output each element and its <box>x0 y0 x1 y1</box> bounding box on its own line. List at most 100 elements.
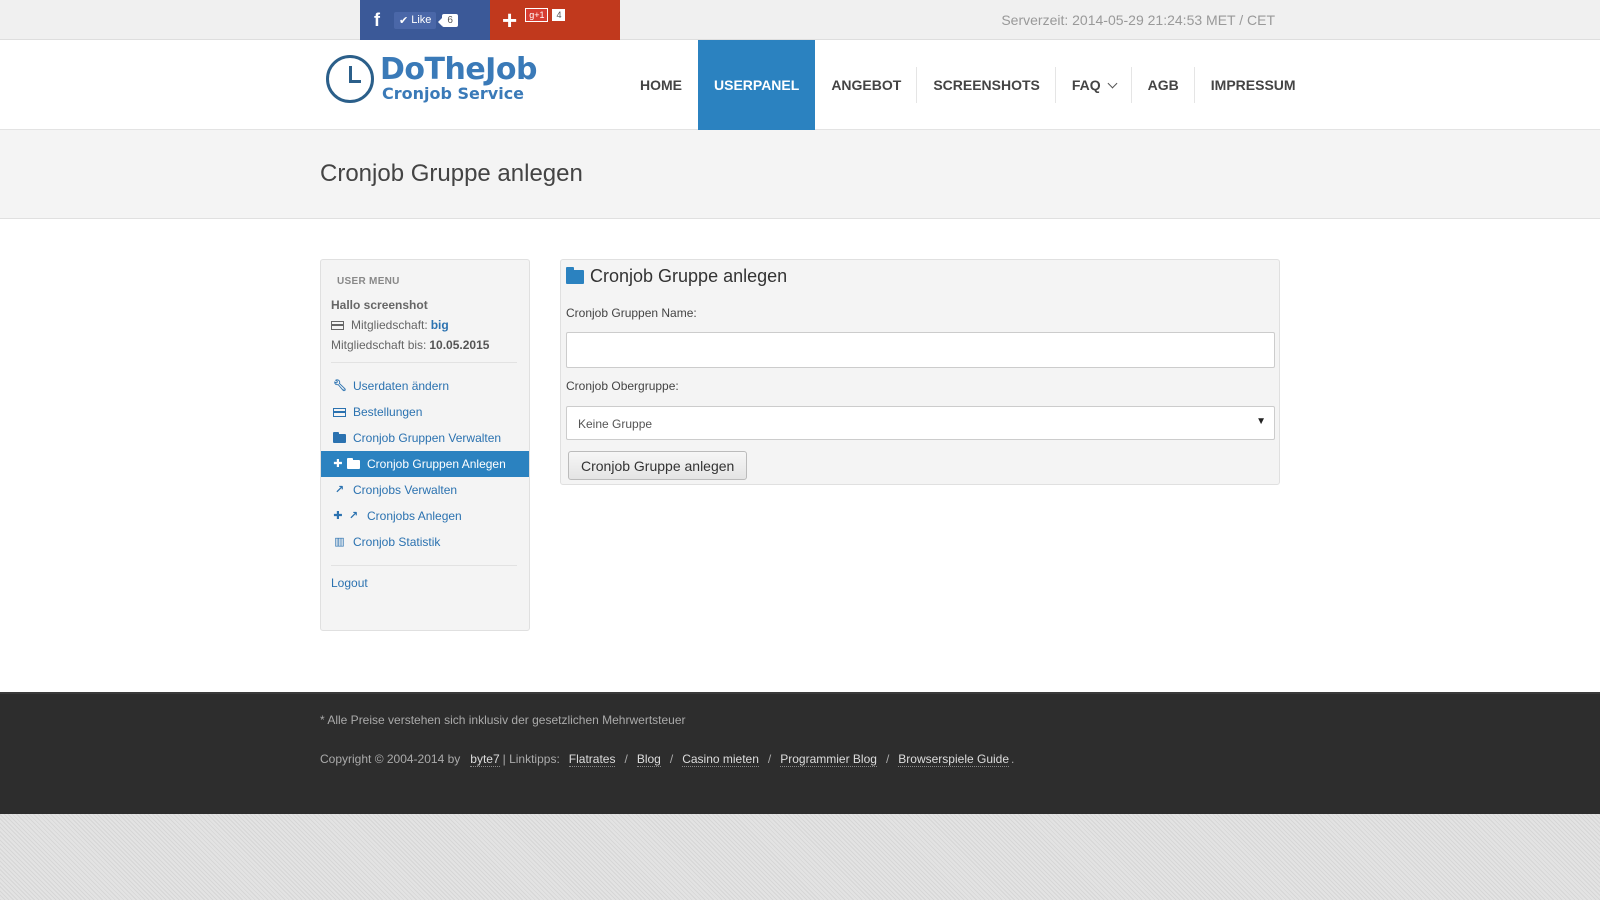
create-group-panel: Cronjob Gruppe anlegen Cronjob Gruppen N… <box>560 259 1280 485</box>
main-content: USER MENU Hallo screenshot Mitgliedschaf… <box>0 219 1600 692</box>
sidebar-item-label: Cronjob Gruppen Verwalten <box>353 431 502 445</box>
nav-agb-label: AGB <box>1147 77 1179 93</box>
folder-icon <box>347 457 360 469</box>
separator: / <box>885 752 890 766</box>
plus-icon: ✚ <box>333 458 343 470</box>
external-link-icon: ↗ <box>348 510 359 522</box>
user-menu-sidebar: USER MENU Hallo screenshot Mitgliedschaf… <box>320 259 530 631</box>
top-bar: f ✔ Like 6 + g+1 4 Serverzeit: 2014-05-2… <box>0 0 1600 40</box>
divider <box>331 362 517 363</box>
chevron-down-icon <box>1107 78 1118 88</box>
clock-icon <box>326 55 374 103</box>
footer-links: Copyright © 2004-2014 by byte7 | Linktip… <box>320 752 1014 767</box>
nav-agb[interactable]: AGB <box>1132 40 1195 130</box>
separator: / <box>669 752 674 766</box>
nav-impressum[interactable]: IMPRESSUM <box>1195 40 1312 130</box>
folder-icon <box>333 431 346 443</box>
credit-card-icon <box>333 407 346 417</box>
sidebar-item-label: Cronjob Statistik <box>353 535 441 549</box>
sidebar-item-statistik[interactable]: ▥ Cronjob Statistik <box>321 529 529 555</box>
separator: / <box>624 752 628 766</box>
site-footer: * Alle Preise verstehen sich inklusiv de… <box>0 692 1600 814</box>
parent-group-selected: Keine Gruppe <box>578 417 653 431</box>
sidebar-item-userdaten[interactable]: 🔧︎ Userdaten ändern <box>321 373 529 399</box>
credit-card-icon <box>331 320 344 330</box>
check-icon: ✔ <box>399 14 409 27</box>
wrench-icon: 🔧︎ <box>333 380 347 392</box>
plus-icon: + <box>502 5 518 35</box>
page-title: Cronjob Gruppe anlegen <box>320 160 583 187</box>
nav-screenshots[interactable]: SCREENSHOTS <box>917 40 1056 130</box>
footer-link-flatrates[interactable]: Flatrates <box>568 752 616 767</box>
nav-screenshots-label: SCREENSHOTS <box>933 77 1040 93</box>
parent-group-select[interactable]: Keine Gruppe ▼ <box>566 406 1275 440</box>
sidebar-item-gruppen-anlegen[interactable]: ✚ Cronjob Gruppen Anlegen <box>321 451 529 477</box>
plus-icon: ✚ <box>333 510 343 522</box>
facebook-like-widget[interactable]: f ✔ Like 6 <box>360 0 490 40</box>
sidebar-item-label: Bestellungen <box>353 405 423 419</box>
membership-label: Mitgliedschaft: <box>351 318 428 332</box>
sidebar-item-cronjobs-anlegen[interactable]: ✚ ↗ Cronjobs Anlegen <box>321 503 529 529</box>
footer-link-browserspiele-guide[interactable]: Browserspiele Guide <box>898 752 1010 767</box>
sidebar-item-label: Userdaten ändern <box>353 379 450 393</box>
google-plus-count: 4 <box>552 9 566 21</box>
logout-link[interactable]: Logout <box>331 576 529 590</box>
footer-link-programmier-blog[interactable]: Programmier Blog <box>780 752 877 767</box>
logo-subtitle: Cronjob Service <box>382 84 525 103</box>
nav-home-label: HOME <box>640 77 682 93</box>
user-greeting: Hallo screenshot <box>331 298 428 312</box>
facebook-like-button[interactable]: ✔ Like <box>394 11 437 29</box>
sidebar-item-label: Cronjobs Verwalten <box>353 483 458 497</box>
panel-title: Cronjob Gruppe anlegen <box>566 266 787 287</box>
user-menu-heading: USER MENU <box>337 276 400 287</box>
facebook-like-count: 6 <box>438 13 458 27</box>
membership-until-label: Mitgliedschaft bis: <box>331 338 427 352</box>
sidebar-item-bestellungen[interactable]: Bestellungen <box>321 399 529 425</box>
main-nav: HOME USERPANEL ANGEBOT SCREENSHOTS FAQ A… <box>624 40 1312 130</box>
nav-faq-label: FAQ <box>1071 77 1101 93</box>
page-title-band: Cronjob Gruppe anlegen <box>0 130 1600 219</box>
bar-chart-icon: ▥ <box>334 536 345 548</box>
facebook-like-label: Like <box>411 14 432 26</box>
nav-home[interactable]: HOME <box>624 40 698 130</box>
dropdown-arrow-icon: ▼ <box>1256 416 1266 427</box>
membership-until-value: 10.05.2015 <box>429 338 490 352</box>
footer-end: . <box>1011 752 1015 766</box>
nav-impressum-label: IMPRESSUM <box>1210 77 1296 93</box>
nav-angebot-label: ANGEBOT <box>831 77 902 93</box>
google-plus-one-badge[interactable]: g+1 <box>525 8 549 22</box>
group-name-label: Cronjob Gruppen Name: <box>566 306 697 320</box>
membership-info: Mitgliedschaft: big <box>331 318 529 332</box>
site-header: DoTheJob Cronjob Service HOME USERPANEL … <box>0 40 1600 130</box>
price-note: * Alle Preise verstehen sich inklusiv de… <box>320 713 686 727</box>
nav-userpanel[interactable]: USERPANEL <box>698 40 816 130</box>
parent-group-label: Cronjob Obergruppe: <box>566 379 679 393</box>
facebook-icon: f <box>374 9 380 30</box>
group-name-input[interactable] <box>566 332 1275 368</box>
copyright-text: Copyright © 2004-2014 by <box>320 752 461 766</box>
sidebar-item-gruppen-verwalten[interactable]: Cronjob Gruppen Verwalten <box>321 425 529 451</box>
server-time: Serverzeit: 2014-05-29 21:24:53 MET / CE… <box>1001 12 1275 28</box>
divider <box>331 565 517 566</box>
separator: / <box>767 752 772 766</box>
membership-value: big <box>430 318 449 332</box>
external-link-icon: ↗ <box>334 484 345 496</box>
logo-title: DoTheJob <box>380 52 537 87</box>
footer-link-casino-mieten[interactable]: Casino mieten <box>682 752 759 767</box>
sidebar-item-cronjobs-verwalten[interactable]: ↗ Cronjobs Verwalten <box>321 477 529 503</box>
membership-until: Mitgliedschaft bis: 10.05.2015 <box>331 338 529 352</box>
sidebar-item-label: Cronjob Gruppen Anlegen <box>367 457 506 471</box>
linktipps-label: | Linktipps: <box>502 752 560 766</box>
google-plus-widget[interactable]: + g+1 4 <box>490 0 620 40</box>
nav-userpanel-label: USERPANEL <box>714 77 800 93</box>
footer-link-blog[interactable]: Blog <box>636 752 661 767</box>
footer-link-byte7[interactable]: byte7 <box>470 752 500 767</box>
sidebar-item-label: Cronjobs Anlegen <box>367 509 462 523</box>
folder-icon <box>566 266 584 284</box>
nav-angebot[interactable]: ANGEBOT <box>815 40 918 130</box>
panel-title-text: Cronjob Gruppe anlegen <box>590 266 788 286</box>
nav-faq[interactable]: FAQ <box>1056 40 1132 130</box>
create-group-button[interactable]: Cronjob Gruppe anlegen <box>568 451 748 480</box>
site-logo[interactable]: DoTheJob Cronjob Service <box>326 55 537 103</box>
social-buttons: f ✔ Like 6 + g+1 4 <box>360 0 620 40</box>
